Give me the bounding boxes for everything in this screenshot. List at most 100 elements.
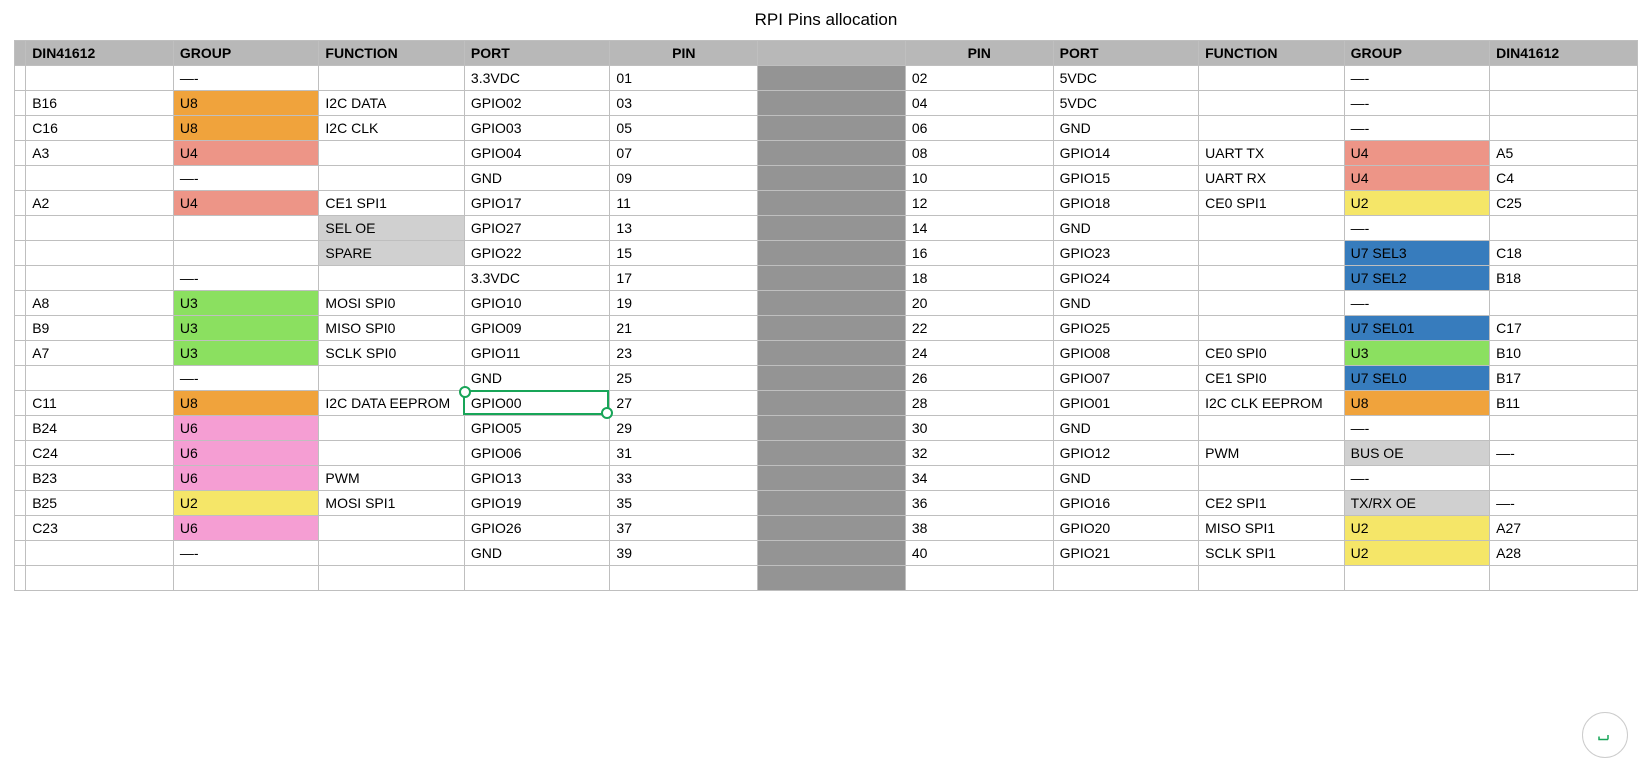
- left-func-cell[interactable]: [319, 441, 465, 466]
- right-port-cell[interactable]: GPIO08: [1053, 341, 1199, 366]
- table-row[interactable]: B25U2MOSI SPI1GPIO193536GPIO16CE2 SPI1TX…: [15, 491, 1638, 516]
- right-func-cell[interactable]: [1199, 416, 1345, 441]
- pins-table[interactable]: DIN41612 GROUP FUNCTION PORT PIN PIN POR…: [14, 40, 1638, 591]
- left-func-cell[interactable]: MISO SPI0: [319, 316, 465, 341]
- table-row[interactable]: —-3.3VDC1718GPIO24U7 SEL2B18: [15, 266, 1638, 291]
- left-port-cell[interactable]: GPIO03: [464, 116, 610, 141]
- right-func-cell[interactable]: CE0 SPI0: [1199, 341, 1345, 366]
- right-pin-cell[interactable]: 40: [905, 541, 1053, 566]
- left-pin-cell[interactable]: [610, 566, 758, 591]
- left-func-cell[interactable]: MOSI SPI1: [319, 491, 465, 516]
- left-port-cell[interactable]: GPIO10: [464, 291, 610, 316]
- left-func-cell[interactable]: [319, 141, 465, 166]
- right-port-cell[interactable]: GPIO14: [1053, 141, 1199, 166]
- right-din-cell[interactable]: C17: [1490, 316, 1638, 341]
- left-pin-cell[interactable]: 21: [610, 316, 758, 341]
- right-din-cell[interactable]: B18: [1490, 266, 1638, 291]
- right-din-cell[interactable]: [1490, 416, 1638, 441]
- left-port-cell[interactable]: GPIO00: [464, 391, 610, 416]
- left-din-cell[interactable]: A7: [26, 341, 174, 366]
- right-din-cell[interactable]: [1490, 66, 1638, 91]
- right-port-cell[interactable]: [1053, 566, 1199, 591]
- left-port-cell[interactable]: GND: [464, 366, 610, 391]
- left-port-cell[interactable]: GPIO17: [464, 191, 610, 216]
- right-din-cell[interactable]: C4: [1490, 166, 1638, 191]
- left-din-cell[interactable]: B25: [26, 491, 174, 516]
- left-group-cell[interactable]: —-: [173, 366, 319, 391]
- right-group-cell[interactable]: U7 SEL2: [1344, 266, 1490, 291]
- right-group-cell[interactable]: —-: [1344, 466, 1490, 491]
- left-pin-cell[interactable]: 07: [610, 141, 758, 166]
- right-din-cell[interactable]: C18: [1490, 241, 1638, 266]
- table-row[interactable]: A2U4CE1 SPI1GPIO171112GPIO18CE0 SPI1U2C2…: [15, 191, 1638, 216]
- right-func-cell[interactable]: [1199, 466, 1345, 491]
- left-pin-cell[interactable]: 23: [610, 341, 758, 366]
- right-din-cell[interactable]: —-: [1490, 491, 1638, 516]
- right-pin-cell[interactable]: 02: [905, 66, 1053, 91]
- right-group-cell[interactable]: —-: [1344, 216, 1490, 241]
- left-port-cell[interactable]: GPIO09: [464, 316, 610, 341]
- left-pin-cell[interactable]: 25: [610, 366, 758, 391]
- table-row[interactable]: C16U8I2C CLKGPIO030506GND—-: [15, 116, 1638, 141]
- right-func-cell[interactable]: [1199, 216, 1345, 241]
- left-din-cell[interactable]: [26, 566, 174, 591]
- table-row[interactable]: —-3.3VDC01025VDC—-: [15, 66, 1638, 91]
- left-group-cell[interactable]: —-: [173, 166, 319, 191]
- left-pin-cell[interactable]: 35: [610, 491, 758, 516]
- left-din-cell[interactable]: A3: [26, 141, 174, 166]
- right-din-cell[interactable]: [1490, 216, 1638, 241]
- table-row[interactable]: B24U6GPIO052930GND—-: [15, 416, 1638, 441]
- right-group-cell[interactable]: U7 SEL01: [1344, 316, 1490, 341]
- left-group-cell[interactable]: U2: [173, 491, 319, 516]
- left-group-cell[interactable]: —-: [173, 66, 319, 91]
- left-func-cell[interactable]: SEL OE: [319, 216, 465, 241]
- left-group-cell[interactable]: U6: [173, 416, 319, 441]
- right-func-cell[interactable]: [1199, 91, 1345, 116]
- right-group-cell[interactable]: [1344, 566, 1490, 591]
- left-pin-cell[interactable]: 01: [610, 66, 758, 91]
- left-port-cell[interactable]: GPIO05: [464, 416, 610, 441]
- left-func-cell[interactable]: I2C DATA: [319, 91, 465, 116]
- right-pin-cell[interactable]: 20: [905, 291, 1053, 316]
- left-port-cell[interactable]: GPIO11: [464, 341, 610, 366]
- table-row[interactable]: —-GND3940GPIO21SCLK SPI1U2A28: [15, 541, 1638, 566]
- left-func-cell[interactable]: [319, 416, 465, 441]
- left-group-cell[interactable]: [173, 241, 319, 266]
- right-pin-cell[interactable]: 08: [905, 141, 1053, 166]
- left-group-cell[interactable]: U8: [173, 116, 319, 141]
- right-port-cell[interactable]: GND: [1053, 216, 1199, 241]
- table-row[interactable]: B16U8I2C DATAGPIO0203045VDC—-: [15, 91, 1638, 116]
- left-func-cell[interactable]: [319, 541, 465, 566]
- right-group-cell[interactable]: —-: [1344, 291, 1490, 316]
- right-port-cell[interactable]: 5VDC: [1053, 91, 1199, 116]
- right-func-cell[interactable]: SCLK SPI1: [1199, 541, 1345, 566]
- right-din-cell[interactable]: A5: [1490, 141, 1638, 166]
- right-func-cell[interactable]: CE2 SPI1: [1199, 491, 1345, 516]
- right-group-cell[interactable]: U2: [1344, 191, 1490, 216]
- right-pin-cell[interactable]: 06: [905, 116, 1053, 141]
- left-func-cell[interactable]: SCLK SPI0: [319, 341, 465, 366]
- right-group-cell[interactable]: U2: [1344, 541, 1490, 566]
- left-port-cell[interactable]: GPIO13: [464, 466, 610, 491]
- left-pin-cell[interactable]: 03: [610, 91, 758, 116]
- left-func-cell[interactable]: SPARE: [319, 241, 465, 266]
- left-din-cell[interactable]: C23: [26, 516, 174, 541]
- left-din-cell[interactable]: B23: [26, 466, 174, 491]
- left-pin-cell[interactable]: 29: [610, 416, 758, 441]
- right-func-cell[interactable]: I2C CLK EEPROM: [1199, 391, 1345, 416]
- left-func-cell[interactable]: [319, 166, 465, 191]
- left-pin-cell[interactable]: 15: [610, 241, 758, 266]
- left-port-cell[interactable]: GPIO02: [464, 91, 610, 116]
- right-func-cell[interactable]: MISO SPI1: [1199, 516, 1345, 541]
- table-row[interactable]: B9U3MISO SPI0GPIO092122GPIO25U7 SEL01C17: [15, 316, 1638, 341]
- left-group-cell[interactable]: U3: [173, 316, 319, 341]
- right-func-cell[interactable]: [1199, 266, 1345, 291]
- right-port-cell[interactable]: GND: [1053, 291, 1199, 316]
- fab-button[interactable]: [1582, 712, 1628, 758]
- left-port-cell[interactable]: GND: [464, 166, 610, 191]
- right-port-cell[interactable]: GND: [1053, 466, 1199, 491]
- left-port-cell[interactable]: 3.3VDC: [464, 266, 610, 291]
- right-port-cell[interactable]: GPIO25: [1053, 316, 1199, 341]
- right-din-cell[interactable]: B17: [1490, 366, 1638, 391]
- left-din-cell[interactable]: B16: [26, 91, 174, 116]
